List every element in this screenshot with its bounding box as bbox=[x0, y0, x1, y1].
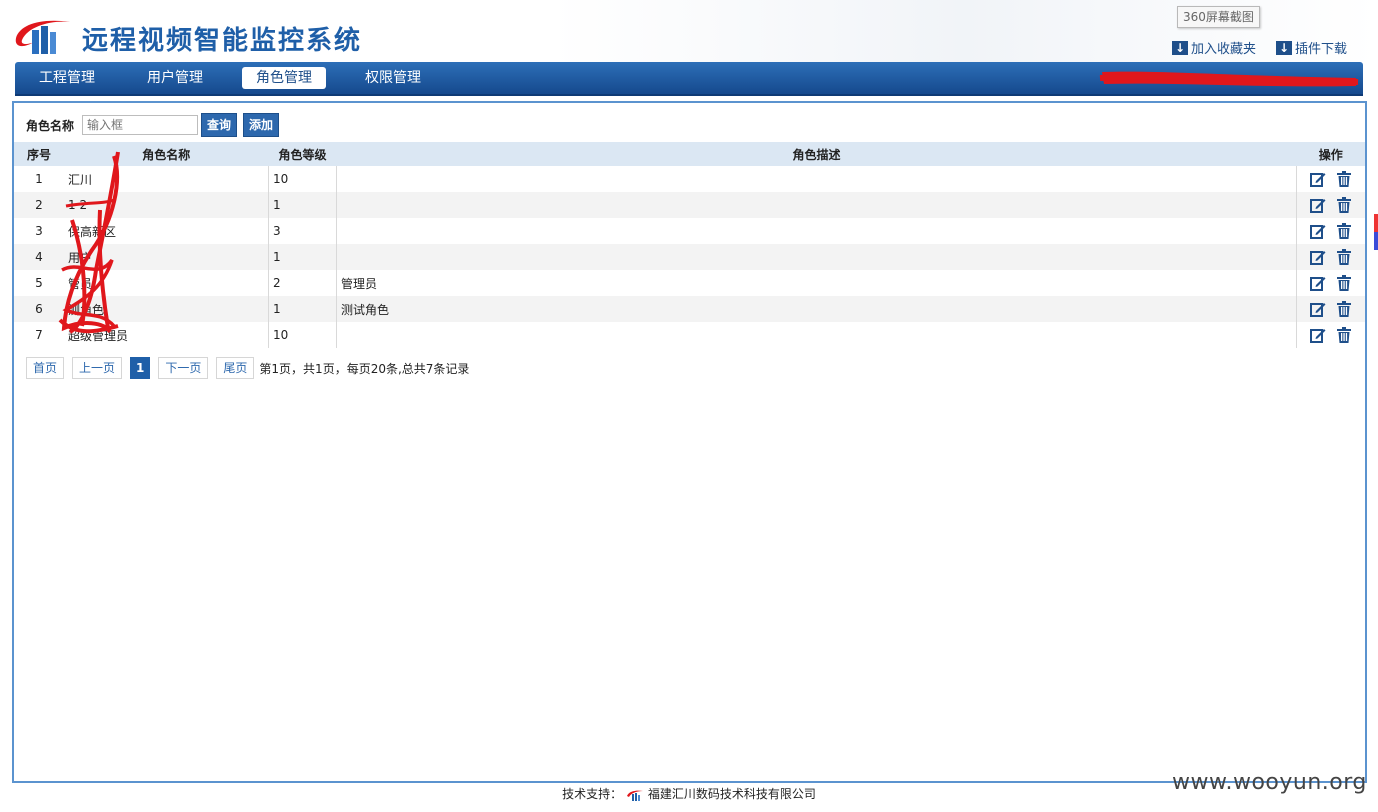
role-table: 序号 角色名称 角色等级 角色描述 操作 1 汇川 10 2 1 2 1 3 保… bbox=[14, 142, 1365, 348]
table-row: 2 1 2 1 bbox=[14, 192, 1365, 218]
query-button[interactable]: 查询 bbox=[201, 113, 238, 137]
app-header: 远程视频智能监控系统 360屏幕截图 ↓ 加入收藏夹 ↓ 插件下载 bbox=[0, 0, 1378, 62]
app-title: 远程视频智能监控系统 bbox=[82, 26, 363, 56]
add-button[interactable]: 添加 bbox=[243, 113, 280, 137]
cell-role-level: 10 bbox=[268, 166, 337, 192]
nav-item-project[interactable]: 工程管理 bbox=[25, 67, 109, 89]
cell-role-desc bbox=[336, 218, 1297, 244]
current-page-button[interactable]: 1 bbox=[130, 357, 151, 379]
column-header: 操作 bbox=[1296, 142, 1365, 166]
cell-role-desc bbox=[336, 166, 1297, 192]
search-bar: 角色名称 查询 添加 bbox=[26, 113, 280, 137]
table-row: 1 汇川 10 bbox=[14, 166, 1365, 192]
add-favorite-link[interactable]: ↓ 加入收藏夹 bbox=[1172, 38, 1256, 57]
edit-icon[interactable] bbox=[1310, 197, 1326, 213]
company-logo-small bbox=[627, 790, 643, 801]
footer-company: 福建汇川数码技术科技有限公司 bbox=[647, 787, 816, 801]
nav-item-user[interactable]: 用户管理 bbox=[133, 67, 217, 89]
edit-icon[interactable] bbox=[1310, 275, 1326, 291]
cell-role-level: 3 bbox=[268, 218, 337, 244]
edit-icon[interactable] bbox=[1310, 327, 1326, 343]
edit-icon[interactable] bbox=[1310, 171, 1326, 187]
plugin-download-link[interactable]: ↓ 插件下载 bbox=[1276, 38, 1347, 57]
delete-icon[interactable] bbox=[1336, 223, 1352, 239]
cell-actions bbox=[1296, 192, 1365, 218]
table-row: 3 保高新区 3 bbox=[14, 218, 1365, 244]
plugin-download-label: 插件下载 bbox=[1295, 42, 1348, 57]
delete-icon[interactable] bbox=[1336, 171, 1352, 187]
next-page-button[interactable]: 下一页 bbox=[158, 357, 209, 379]
pagination-info: 第1页，共1页，每页20条,总共7条记录 bbox=[259, 361, 470, 376]
cell-role-level: 1 bbox=[268, 192, 337, 218]
table-row: 7 超级管理员 10 bbox=[14, 322, 1365, 348]
download-arrow-icon: ↓ bbox=[1276, 40, 1292, 55]
delete-icon[interactable] bbox=[1336, 197, 1352, 213]
cell-role-desc: 测试角色 bbox=[336, 296, 1297, 322]
cell-role-desc bbox=[336, 192, 1297, 218]
cell-role-level: 10 bbox=[268, 322, 337, 348]
first-page-button[interactable]: 首页 bbox=[26, 357, 65, 379]
column-header: 角色等级 bbox=[268, 142, 337, 166]
search-label: 角色名称 bbox=[26, 118, 75, 133]
cell-actions bbox=[1296, 296, 1365, 322]
column-header: 角色描述 bbox=[336, 142, 1297, 166]
edge-marker bbox=[1374, 214, 1378, 250]
redaction-scribble bbox=[58, 151, 120, 334]
role-name-search-input[interactable] bbox=[82, 115, 199, 135]
company-logo bbox=[15, 20, 70, 54]
cell-actions bbox=[1297, 270, 1366, 296]
role-management-panel: 角色名称 查询 添加 序号 角色名称 角色等级 角色描述 操作 1 汇川 10 bbox=[12, 101, 1367, 783]
table-row: 4 用户 1 bbox=[14, 244, 1365, 270]
nav-item-role[interactable]: 角色管理 bbox=[242, 67, 326, 89]
cell-role-level: 2 bbox=[268, 270, 337, 296]
delete-icon[interactable] bbox=[1336, 301, 1352, 317]
cell-role-desc bbox=[336, 322, 1297, 348]
delete-icon[interactable] bbox=[1336, 249, 1352, 265]
cell-role-desc bbox=[336, 244, 1297, 270]
cell-actions bbox=[1296, 244, 1365, 270]
table-header-row: 序号 角色名称 角色等级 角色描述 操作 bbox=[14, 142, 1365, 166]
screenshot-tooltip: 360屏幕截图 bbox=[1177, 6, 1260, 28]
cell-actions bbox=[1297, 322, 1366, 348]
cell-role-level: 1 bbox=[268, 296, 337, 322]
edit-icon[interactable] bbox=[1310, 301, 1326, 317]
nav-item-permission[interactable]: 权限管理 bbox=[351, 67, 435, 89]
redaction-scribble bbox=[1099, 71, 1359, 87]
cell-actions bbox=[1297, 166, 1366, 192]
add-favorite-label: 加入收藏夹 bbox=[1191, 42, 1257, 57]
prev-page-button[interactable]: 上一页 bbox=[72, 357, 123, 379]
edit-icon[interactable] bbox=[1310, 249, 1326, 265]
download-arrow-icon: ↓ bbox=[1172, 40, 1188, 55]
cell-role-desc: 管理员 bbox=[336, 270, 1297, 296]
edit-icon[interactable] bbox=[1310, 223, 1326, 239]
cell-actions bbox=[1297, 218, 1366, 244]
footer-label: 技术支持： bbox=[562, 787, 623, 801]
pagination: 首页 上一页 1 下一页 尾页 第1页，共1页，每页20条,总共7条记录 bbox=[26, 357, 469, 379]
watermark: www.wooyun.org bbox=[1172, 770, 1367, 795]
delete-icon[interactable] bbox=[1336, 275, 1352, 291]
table-row: 6 测角色 1 测试角色 bbox=[14, 296, 1365, 322]
cell-role-level: 1 bbox=[268, 244, 337, 270]
last-page-button[interactable]: 尾页 bbox=[216, 357, 255, 379]
delete-icon[interactable] bbox=[1336, 327, 1352, 343]
table-row: 5 管员 2 管理员 bbox=[14, 270, 1365, 296]
